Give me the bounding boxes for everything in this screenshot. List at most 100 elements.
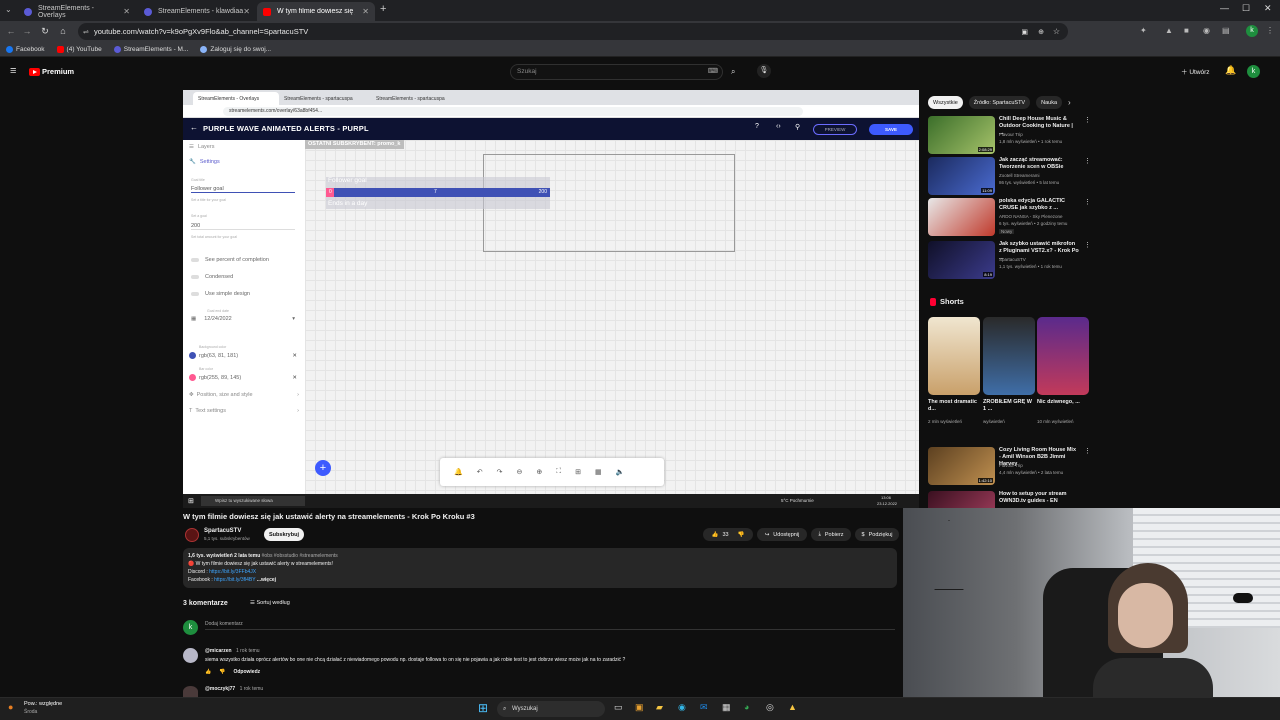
chip-source[interactable]: Źródło: SpartacuSTV: [968, 96, 1031, 109]
like-dislike-button[interactable]: 👍 33 👎: [703, 528, 753, 541]
video-thumbnail[interactable]: [928, 198, 995, 236]
new-tab-button[interactable]: +: [380, 3, 386, 15]
more-options-icon[interactable]: ⋮: [1084, 157, 1091, 165]
comment-author[interactable]: @moczykj77: [205, 686, 235, 692]
thanks-button[interactable]: $ Podziękuj: [855, 528, 899, 541]
bookmark-login[interactable]: Zaloguj się do swoj...: [200, 45, 271, 53]
widgets-icon[interactable]: ▣: [635, 702, 644, 713]
subscribe-button[interactable]: Subskrybuj: [264, 528, 304, 541]
tab-klawdiaa[interactable]: StreamElements - klawdiaa ✕: [138, 2, 256, 21]
home-icon[interactable]: ⌂: [54, 26, 72, 36]
more-options-icon[interactable]: ⋮: [1084, 198, 1091, 206]
commenter-avatar[interactable]: [183, 686, 198, 697]
video-thumbnail[interactable]: 11:09: [928, 157, 995, 195]
video-title[interactable]: How to setup your stream OWN3D.tv guides…: [999, 491, 1079, 505]
short-title[interactable]: ZROBIŁEM GRĘ W 1 ...: [983, 399, 1035, 413]
channel-name[interactable]: SpartacuSTV: [204, 528, 241, 534]
forward-icon[interactable]: →: [18, 26, 36, 36]
youtube-logo[interactable]: Premium: [29, 67, 74, 76]
video-description[interactable]: 1,6 tys. wyświetleń 2 lata temu #obs #ob…: [183, 548, 897, 588]
close-icon[interactable]: ✕: [243, 7, 250, 16]
extension-icon[interactable]: ■: [1184, 26, 1189, 35]
extensions-icon[interactable]: ✦: [1140, 26, 1147, 35]
file-explorer-icon[interactable]: ▰: [656, 702, 663, 713]
add-comment-input[interactable]: Dodaj komentarz: [205, 621, 895, 630]
profile-avatar[interactable]: k: [1246, 25, 1258, 37]
recommended-video[interactable]: 11:09 Jak zacząć streamować: Tworzenie s…: [928, 157, 1091, 195]
short-thumbnail[interactable]: [983, 317, 1035, 395]
bookmark-star-icon[interactable]: ☆: [1053, 27, 1060, 36]
sort-comments-button[interactable]: ☰ Sortuj według: [250, 600, 290, 606]
more-options-icon[interactable]: ⋮: [1084, 447, 1091, 455]
comment-author[interactable]: @micarzen: [205, 648, 232, 654]
tab-list-icon[interactable]: ⌄: [5, 5, 12, 14]
microphone-icon[interactable]: 🎙: [757, 64, 771, 78]
taskbar-search-box[interactable]: ⌕ Wyszukaj: [497, 701, 605, 717]
task-view-icon[interactable]: ▭: [614, 702, 623, 713]
tab-youtube-video[interactable]: W tym filmie dowiesz się ja ✕: [257, 2, 375, 21]
commenter-avatar[interactable]: [183, 648, 198, 663]
channel-name[interactable]: Zootell Streamerami: [999, 173, 1079, 179]
bookmark-youtube[interactable]: (4) YouTube: [56, 45, 102, 53]
minimize-icon[interactable]: —: [1220, 3, 1229, 13]
short-thumbnail[interactable]: [1037, 317, 1089, 395]
video-player[interactable]: StreamElements - Overlays StreamElements…: [183, 90, 919, 508]
chrome-icon[interactable]: ◕: [744, 702, 749, 712]
chip-all[interactable]: Wszystkie: [928, 96, 963, 109]
weather-text[interactable]: Pow.: względne: [24, 701, 62, 707]
search-input[interactable]: Szukaj ⌨: [510, 64, 723, 80]
video-title[interactable]: Jak zacząć streamować: Tworzenie scen w …: [999, 157, 1079, 171]
discord-link[interactable]: https://bit.ly/3FFb4JX: [209, 569, 256, 575]
hamburger-menu-icon[interactable]: ≡: [10, 65, 16, 77]
recommended-video[interactable]: polska edycja GALACTIC CRUSE jak szybko …: [928, 198, 1091, 236]
channel-name[interactable]: Flavour Trip: [999, 463, 1079, 469]
share-button[interactable]: ↪ Udostępnij: [757, 528, 807, 541]
short-title[interactable]: Nic dziwnego, ...: [1037, 399, 1089, 406]
search-icon[interactable]: ⌕: [731, 67, 735, 77]
chip-learning[interactable]: Nauka: [1036, 96, 1063, 109]
channel-name[interactable]: Flavour Trip: [999, 132, 1079, 138]
extension-icon[interactable]: ▤: [1222, 26, 1230, 35]
short-title[interactable]: The most dramatic d...: [928, 399, 980, 413]
recommended-video[interactable]: 2:08:29 Chill Deep House Music & Outdoor…: [928, 116, 1091, 154]
obs-icon[interactable]: ◎: [766, 702, 774, 713]
thumbs-down-icon[interactable]: 👎: [219, 669, 225, 675]
mail-icon[interactable]: ✉: [700, 702, 708, 713]
recommended-video[interactable]: How to setup your stream OWN3D.tv guides…: [928, 491, 1090, 508]
video-thumbnail[interactable]: 8:19: [928, 241, 995, 279]
facebook-link[interactable]: https://bit.ly/3fl4BY: [214, 577, 255, 583]
close-icon[interactable]: ✕: [362, 7, 369, 16]
recommended-video[interactable]: 8:19 Jak szybko ustawić mikrofon z Plugi…: [928, 241, 1091, 279]
chevron-right-icon[interactable]: ›: [1068, 96, 1071, 109]
channel-name[interactable]: SpartacuSTV: [999, 257, 1079, 263]
zoom-icon[interactable]: ⊕: [1038, 28, 1044, 36]
keyboard-icon[interactable]: ⌨: [708, 65, 718, 79]
address-bar[interactable]: ⇌ youtube.com/watch?v=k9oPgXv9Flo&ab_cha…: [78, 23, 1068, 40]
window-close-icon[interactable]: ✕: [1264, 3, 1272, 14]
video-thumbnail[interactable]: 1:42:10: [928, 447, 995, 485]
bookmark-streamelements[interactable]: StreamElements - M...: [113, 45, 188, 53]
maximize-icon[interactable]: ☐: [1242, 3, 1250, 14]
account-avatar[interactable]: k: [1247, 65, 1260, 78]
edge-icon[interactable]: ◉: [678, 702, 686, 713]
install-icon[interactable]: ▣: [1021, 28, 1028, 36]
channel-name[interactable]: ARDO NANSA - Sky Plenezone: [999, 214, 1079, 220]
app-icon[interactable]: ▲: [788, 702, 797, 712]
bookmark-facebook[interactable]: Facebook: [6, 45, 45, 53]
video-thumbnail[interactable]: [928, 491, 995, 508]
channel-avatar[interactable]: [185, 528, 199, 542]
recommended-video[interactable]: 1:42:10 Cozy Living Room House Mix - Ami…: [928, 447, 1091, 485]
menu-dots-icon[interactable]: ⋮: [1266, 26, 1274, 35]
reload-icon[interactable]: ↻: [36, 26, 54, 37]
close-icon[interactable]: ✕: [123, 7, 130, 16]
download-button[interactable]: ⤓ Pobierz: [811, 528, 851, 541]
extension-icon[interactable]: ▲: [1165, 26, 1173, 35]
more-options-icon[interactable]: ⋮: [1084, 241, 1091, 249]
thumbs-up-icon[interactable]: 👍: [205, 669, 211, 675]
video-thumbnail[interactable]: 2:08:29: [928, 116, 995, 154]
calendar-app-icon[interactable]: ▦: [722, 702, 731, 713]
reply-button[interactable]: Odpowiedz: [233, 669, 260, 675]
site-info-icon[interactable]: ⇌: [83, 28, 89, 36]
notifications-bell-icon[interactable]: 🔔: [1225, 65, 1236, 76]
more-options-icon[interactable]: ⋮: [1084, 116, 1091, 124]
